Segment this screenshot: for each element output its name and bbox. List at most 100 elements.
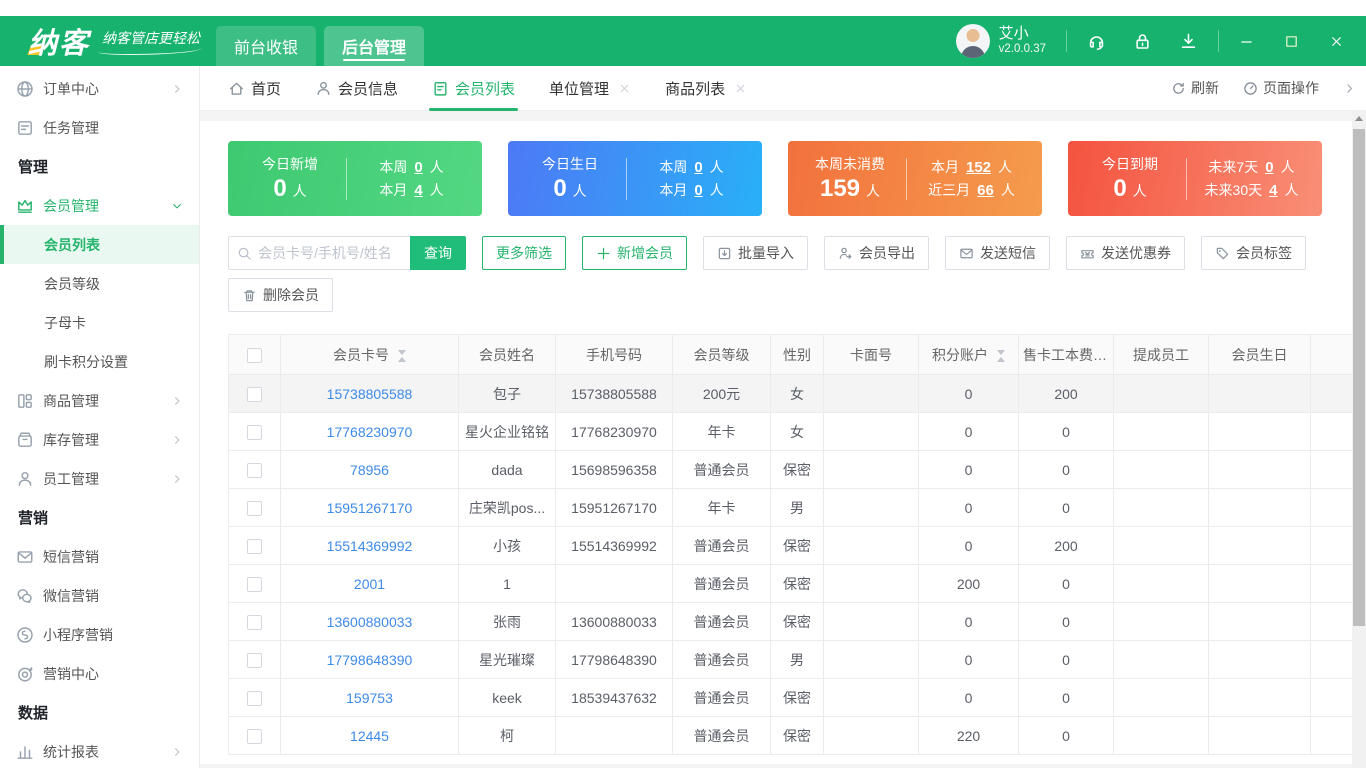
download-icon[interactable] (1179, 32, 1198, 51)
sidebar-item[interactable]: 统计报表 (0, 732, 199, 768)
row-checkbox[interactable] (247, 462, 262, 478)
max-icon[interactable] (1284, 34, 1299, 49)
sidebar-item[interactable]: 库存管理 (0, 420, 199, 459)
sidebar-item[interactable]: 任务管理 (0, 108, 199, 147)
commission-staff-cell (1113, 412, 1209, 451)
detail-value-link[interactable]: 66 (977, 182, 994, 199)
page-tab[interactable]: 会员信息 (315, 66, 398, 111)
detail-value-link[interactable]: 0 (1265, 159, 1273, 176)
tab-close-icon[interactable] (618, 82, 631, 95)
detail-value-link[interactable]: 4 (414, 182, 422, 199)
sidebar-item[interactable]: 商品管理 (0, 381, 199, 420)
sidebar-item[interactable]: 短信营销 (0, 537, 199, 576)
sidebar-item[interactable]: 刷卡积分设置 (0, 342, 199, 381)
page-tab[interactable]: 首页 (228, 66, 281, 111)
search-input[interactable] (258, 245, 402, 261)
member-card-no-link[interactable]: 15514369992 (280, 526, 459, 565)
card-face-cell (823, 374, 919, 413)
scroll-up-arrow-icon[interactable] (1352, 111, 1366, 126)
table-row[interactable]: 17768230970 星火企业铭铭 17768230970 年卡 女 0 0 (228, 412, 1352, 451)
member-card-no-link[interactable]: 17768230970 (280, 412, 459, 451)
sidebar-item[interactable]: 小程序营销 (0, 615, 199, 654)
refresh-button[interactable]: 刷新 (1171, 78, 1219, 98)
table-row[interactable]: 159753 keek 18539437632 普通会员 保密 0 0 (228, 678, 1352, 717)
page-tab[interactable]: 单位管理 (549, 66, 631, 111)
send-coupon-button[interactable]: 发送优惠券 (1066, 236, 1185, 270)
sidebar-item[interactable]: 子母卡 (0, 303, 199, 342)
member-card-no-link[interactable]: 2001 (280, 564, 459, 603)
headset-icon[interactable] (1087, 32, 1106, 51)
sidebar-item[interactable]: 会员管理 (0, 186, 199, 225)
sidebar-item[interactable]: 会员列表 (0, 225, 199, 264)
min-icon[interactable] (1239, 34, 1254, 49)
member-card-no-link[interactable]: 15951267170 (280, 488, 459, 527)
table-row[interactable]: 2001 1 普通会员 保密 200 0 (228, 564, 1352, 603)
sidebar-item[interactable]: 管理 (0, 147, 199, 186)
table-row[interactable]: 13600880033 张雨 13600880033 普通会员 保密 0 0 (228, 602, 1352, 641)
member-tag-button[interactable]: 会员标签 (1201, 236, 1306, 270)
lock-icon[interactable] (1133, 32, 1152, 51)
chev-right-icon[interactable] (1343, 82, 1356, 95)
table-row[interactable]: 12445 柯 普通会员 保密 220 0 (228, 716, 1352, 755)
member-card-no-link[interactable]: 13600880033 (280, 602, 459, 641)
detail-value-link[interactable]: 0 (694, 182, 702, 199)
row-checkbox[interactable] (247, 538, 262, 554)
sidebar-item[interactable]: 会员等级 (0, 264, 199, 303)
query-button[interactable]: 查询 (410, 236, 466, 270)
points-cell: 0 (918, 450, 1019, 489)
member-card-no-link[interactable]: 78956 (280, 450, 459, 489)
detail-value-link[interactable]: 0 (694, 159, 702, 176)
select-all-checkbox[interactable] (247, 347, 262, 363)
member-card-no-link[interactable]: 12445 (280, 716, 459, 755)
delete-member-button[interactable]: 删除会员 (228, 278, 333, 312)
detail-value-link[interactable]: 152 (966, 159, 991, 176)
stat-card-details: 本周 0 人 本月 4 人 (347, 157, 476, 200)
top-bar: 纳客 纳客管店更轻松 前台收银 后台管理 艾小 v2.0.0.37 (0, 16, 1366, 66)
sidebar-item[interactable]: 营销 (0, 498, 199, 537)
mode-tab[interactable]: 后台管理 (324, 26, 425, 66)
chev-right-icon (171, 83, 183, 95)
sidebar-item[interactable]: 营销中心 (0, 654, 199, 693)
add-member-button[interactable]: 新增会员 (582, 236, 687, 270)
tab-close-icon[interactable] (734, 82, 747, 95)
member-card-no-link[interactable]: 17798648390 (280, 640, 459, 679)
row-checkbox[interactable] (247, 424, 262, 440)
page-tab[interactable]: 会员列表 (429, 66, 519, 111)
member-export-button[interactable]: 会员导出 (824, 236, 929, 270)
table-row[interactable]: 15514369992 小孩 15514369992 普通会员 保密 0 200 (228, 526, 1352, 565)
table-row[interactable]: 15951267170 庄荣凯pos... 15951267170 年卡 男 0… (228, 488, 1352, 527)
detail-value-link[interactable]: 4 (1269, 182, 1277, 199)
more-filter-button[interactable]: 更多筛选 (482, 236, 566, 270)
member-card-no-link[interactable]: 15738805588 (280, 374, 459, 413)
brand-tagline: 纳客管店更轻松 (98, 30, 203, 55)
table-row[interactable]: 15738805588 包子 15738805588 200元 女 0 200 (228, 374, 1352, 413)
detail-value-link[interactable]: 0 (414, 159, 422, 176)
page-tab[interactable]: 商品列表 (665, 66, 747, 111)
row-checkbox[interactable] (247, 690, 262, 706)
row-checkbox[interactable] (247, 614, 262, 630)
close-icon[interactable] (1329, 34, 1344, 49)
table-row[interactable]: 78956 dada 15698596358 普通会员 保密 0 0 (228, 450, 1352, 489)
sidebar-item[interactable]: 员工管理 (0, 459, 199, 498)
sort-control[interactable] (996, 349, 1005, 362)
avatar[interactable] (955, 24, 990, 58)
row-checkbox[interactable] (247, 576, 262, 592)
batch-import-button[interactable]: 批量导入 (703, 236, 808, 270)
row-checkbox[interactable] (247, 728, 262, 744)
row-checkbox[interactable] (247, 386, 262, 402)
row-checkbox[interactable] (247, 500, 262, 516)
row-checkbox[interactable] (247, 652, 262, 668)
row-select-cell (228, 716, 281, 755)
sidebar-item[interactable]: 数据 (0, 693, 199, 732)
sidebar-item[interactable]: 订单中心 (0, 69, 199, 108)
sidebar-item[interactable]: 微信营销 (0, 576, 199, 615)
table-header-cell: 卡面号 (823, 334, 919, 375)
send-sms-button[interactable]: 发送短信 (945, 236, 1050, 270)
vertical-scrollbar[interactable] (1352, 111, 1366, 768)
scrollbar-thumb[interactable] (1353, 129, 1365, 626)
mode-tab[interactable]: 前台收银 (216, 26, 317, 66)
page-operations-button[interactable]: 页面操作 (1243, 78, 1319, 98)
member-card-no-link[interactable]: 159753 (280, 678, 459, 717)
sort-control[interactable] (397, 349, 406, 362)
table-row[interactable]: 17798648390 星光璀璨 17798648390 普通会员 男 0 0 (228, 640, 1352, 679)
